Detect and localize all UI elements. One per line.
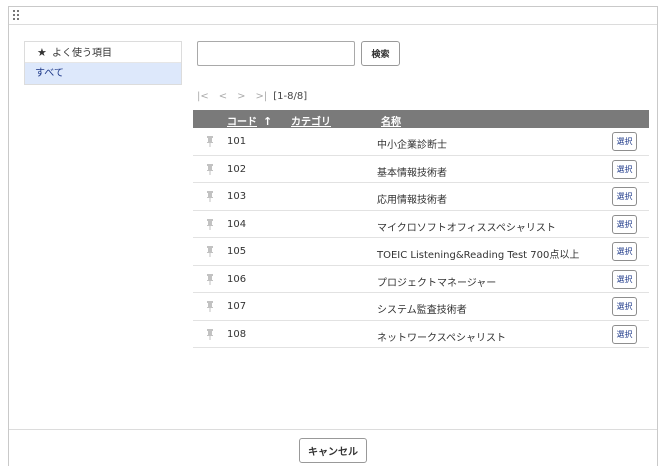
- table-row: 107 システム監査技術者 選択: [193, 293, 649, 321]
- table-row: 103 応用情報技術者 選択: [193, 183, 649, 211]
- search-input[interactable]: [197, 41, 355, 66]
- table-row: 108 ネットワークスペシャリスト 選択: [193, 321, 649, 348]
- sidebar-item-label: よく使う項目: [52, 48, 112, 59]
- row-name: システム監査技術者: [377, 305, 467, 316]
- pin-icon[interactable]: [207, 301, 213, 312]
- sidebar-item-all[interactable]: すべて: [25, 63, 181, 84]
- column-header-category[interactable]: カテゴリ: [291, 113, 331, 128]
- star-icon: ★: [37, 46, 47, 59]
- row-name: 中小企業診断士: [377, 140, 447, 151]
- arrow-up-icon: ↑: [263, 115, 273, 128]
- select-button[interactable]: 選択: [612, 187, 637, 206]
- next-page-button[interactable]: >: [237, 91, 245, 102]
- prev-page-button[interactable]: <: [219, 91, 227, 102]
- select-button[interactable]: 選択: [612, 159, 637, 179]
- table-row: 105 TOEIC Listening&Reading Test 700点以上 …: [193, 238, 649, 266]
- select-button[interactable]: 選択: [612, 214, 637, 234]
- column-header-name[interactable]: 名称: [381, 113, 401, 128]
- row-name: TOEIC Listening&Reading Test 700点以上: [377, 250, 580, 261]
- row-name: マイクロソフトオフィススペシャリスト: [377, 222, 556, 234]
- pin-icon[interactable]: [207, 136, 213, 147]
- drag-handle-icon[interactable]: [13, 10, 21, 20]
- sidebar-item-label: すべて: [35, 68, 64, 79]
- cancel-button[interactable]: キャンセル: [299, 438, 367, 463]
- table-header: コード ↑ カテゴリ 名称: [193, 110, 649, 128]
- row-name: 基本情報技術者: [377, 167, 447, 179]
- sidebar-item-favorites[interactable]: ★ よく使う項目: [25, 42, 181, 63]
- dialog-footer: キャンセル: [9, 429, 657, 466]
- select-button[interactable]: 選択: [612, 297, 637, 316]
- row-code: 103: [227, 191, 247, 202]
- row-code: 101: [227, 136, 247, 147]
- pagination: |< < > >| [1-8/8]: [197, 91, 317, 105]
- last-page-button[interactable]: >|: [256, 91, 268, 102]
- column-header-code[interactable]: コード ↑: [227, 113, 272, 128]
- row-code: 106: [227, 273, 247, 285]
- row-code: 108: [227, 328, 247, 340]
- select-button[interactable]: 選択: [612, 242, 637, 261]
- row-name: ネットワークスペシャリスト: [377, 332, 506, 344]
- table-row: 104 マイクロソフトオフィススペシャリスト 選択: [193, 211, 649, 238]
- table-row: 102 基本情報技術者 選択: [193, 156, 649, 183]
- search-button[interactable]: 検索: [361, 41, 400, 66]
- title-bar[interactable]: [9, 7, 657, 25]
- pin-icon[interactable]: [207, 273, 213, 285]
- first-page-button[interactable]: |<: [197, 91, 209, 102]
- row-code: 107: [227, 301, 247, 312]
- dialog: ★ よく使う項目 すべて 検索 |< < > >| [1-8/8] コード ↑ カテゴリ 名…: [8, 6, 658, 466]
- select-button[interactable]: 選択: [612, 269, 637, 289]
- row-name: 応用情報技術者: [377, 195, 447, 206]
- row-name: プロジェクトマネージャー: [377, 277, 497, 289]
- row-code: 105: [227, 246, 247, 257]
- table-row: 101 中小企業診断士 選択: [193, 128, 649, 156]
- page-range: [1-8/8]: [273, 91, 308, 102]
- select-button[interactable]: 選択: [612, 324, 637, 344]
- select-button[interactable]: 選択: [612, 132, 637, 151]
- row-code: 102: [227, 163, 247, 175]
- row-code: 104: [227, 218, 247, 230]
- category-sidebar: ★ よく使う項目 すべて: [24, 41, 182, 85]
- pin-icon[interactable]: [207, 328, 213, 340]
- table-row: 106 プロジェクトマネージャー 選択: [193, 266, 649, 293]
- pin-icon[interactable]: [207, 191, 213, 202]
- column-header-code-label: コード: [227, 117, 257, 128]
- results-table: コード ↑ カテゴリ 名称 101 中小企業診断士 選択 102 基本情報技術者 …: [193, 110, 649, 348]
- pin-icon[interactable]: [207, 218, 213, 230]
- pin-icon[interactable]: [207, 163, 213, 175]
- pin-icon[interactable]: [207, 246, 213, 257]
